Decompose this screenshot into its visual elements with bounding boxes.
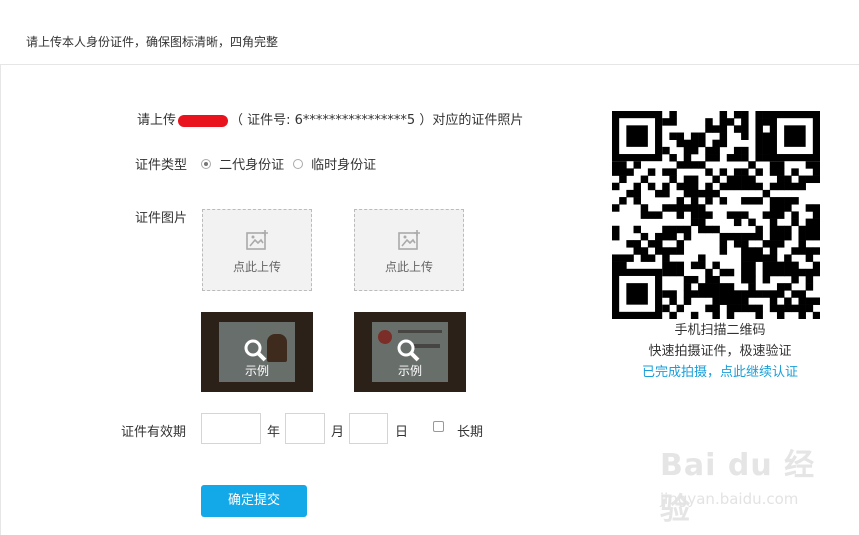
long-term-checkbox[interactable] (433, 421, 444, 432)
id-images-label: 证件图片 (135, 211, 188, 226)
sample-front-image[interactable]: 示例 (201, 312, 313, 392)
sample-front-label: 示例 (244, 364, 269, 378)
radio-button-id2[interactable] (201, 158, 211, 169)
radio-button-temp[interactable] (293, 158, 303, 169)
day-unit: 日 (395, 425, 409, 440)
day-input[interactable] (349, 413, 388, 444)
long-term-label[interactable]: 长期 (457, 421, 483, 440)
sample-back-label: 示例 (397, 364, 422, 378)
upload-back-label: 点此上传 (384, 260, 433, 274)
submit-button[interactable]: 确定提交 (201, 485, 307, 517)
radio-label-id2: 二代身份证 (219, 158, 285, 173)
upload-front-label: 点此上传 (232, 260, 281, 274)
prompt-before: 请上传 (137, 113, 177, 128)
prompt-id-text: （ 证件号: 6****************5 ）对应的证件照片 (230, 113, 524, 128)
watermark-sub: jingyan.baidu.com (660, 490, 799, 508)
radio-option-id2[interactable]: 二代身份证 (201, 154, 284, 173)
month-unit: 月 (331, 425, 345, 440)
upload-back-button[interactable]: 点此上传 (354, 209, 464, 291)
image-add-icon (398, 230, 422, 256)
left-divider (0, 65, 1, 535)
id-type-label: 证件类型 (135, 158, 188, 173)
validity-label: 证件有效期 (121, 425, 187, 440)
year-input[interactable] (201, 413, 261, 444)
month-input[interactable] (285, 413, 325, 444)
page-header: 请上传本人身份证件，确保图标清晰，四角完整 (0, 0, 859, 65)
qr-code (612, 111, 821, 320)
upload-front-button[interactable]: 点此上传 (202, 209, 312, 291)
qr-caption-fast: 快速拍摄证件，极速验证 (648, 344, 792, 359)
continue-auth-link[interactable]: 已完成拍摄，点此继续认证 (600, 361, 840, 380)
sample-back-image[interactable]: 示例 (354, 312, 466, 392)
upload-prompt: 请上传 （ 证件号: 6****************5 ）对应的证件照片 (137, 109, 523, 128)
image-add-icon (246, 230, 270, 256)
watermark-main: Bai du 经验 (660, 448, 816, 527)
redacted-name (178, 114, 229, 127)
qr-caption-scan: 手机扫描二维码 (674, 323, 766, 338)
radio-label-temp: 临时身份证 (311, 158, 377, 173)
radio-option-temp[interactable]: 临时身份证 (293, 154, 376, 173)
header-instruction: 请上传本人身份证件，确保图标清晰，四角完整 (26, 35, 279, 49)
year-unit: 年 (267, 425, 281, 440)
baidu-watermark: Bai du 经验 jingyan.baidu.com (660, 440, 820, 527)
